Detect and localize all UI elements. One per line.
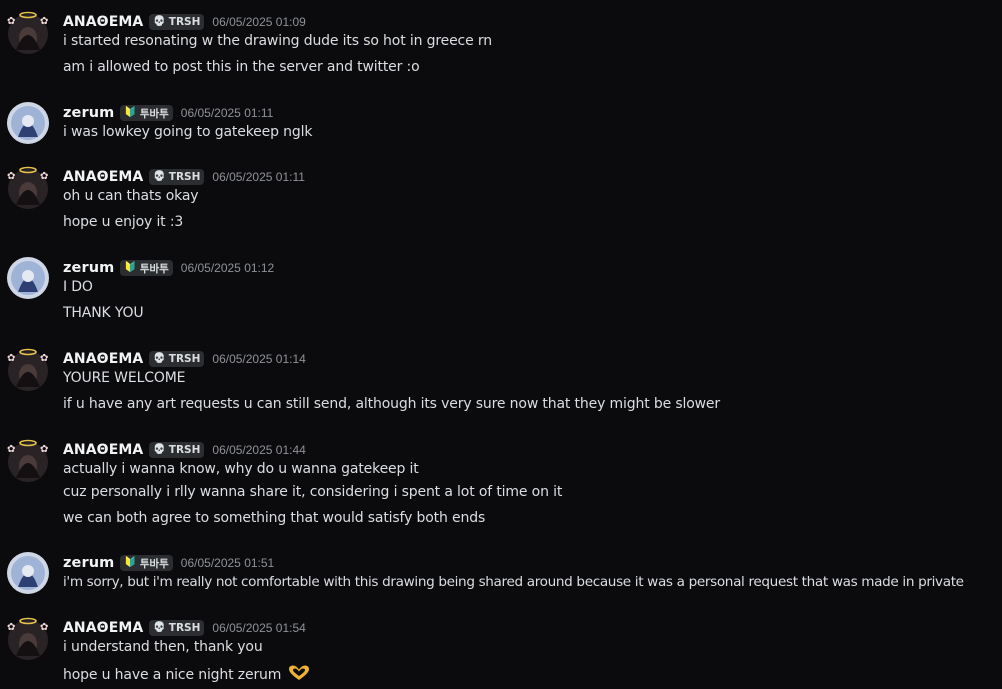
message-line: i understand then, thank you: [63, 639, 263, 655]
skull-icon: 💀: [153, 353, 166, 364]
svg-text:✿: ✿: [7, 444, 15, 455]
tag-label: 투바투: [139, 107, 169, 120]
badge-icon: 🔰: [124, 262, 137, 273]
message-line: hope u enjoy it :3: [63, 214, 184, 230]
message-header: zerum 🔰 투바투 06/05/2025 01:11: [63, 103, 273, 123]
tag-label: TRSH: [168, 622, 201, 634]
tag-label: TRSH: [168, 16, 201, 28]
message-header: zerum 🔰 투바투 06/05/2025 01:12: [63, 258, 274, 278]
message-header: ΑΝΑΘΕΜΑ 💀 TRSH 06/05/2025 01:11: [63, 167, 305, 187]
badge-icon: 🔰: [124, 107, 137, 118]
username[interactable]: ΑΝΑΘΕΜΑ: [63, 351, 143, 367]
message-line: THANK YOU: [63, 305, 144, 321]
message-text: hope u have a nice night zerum: [63, 667, 282, 683]
message-line: i started resonating w the drawing dude …: [63, 33, 492, 49]
username[interactable]: zerum: [63, 105, 114, 121]
guild-tag[interactable]: 💀 TRSH: [149, 169, 205, 185]
timestamp: 06/05/2025 01:11: [180, 106, 274, 120]
username[interactable]: zerum: [63, 555, 114, 571]
skull-icon: 💀: [153, 171, 166, 182]
message-header: ΑΝΑΘΕΜΑ 💀 TRSH 06/05/2025 01:14: [63, 349, 306, 369]
message-line: we can both agree to something that woul…: [63, 510, 486, 526]
guild-tag[interactable]: 🔰 투바투: [120, 260, 173, 276]
timestamp: 06/05/2025 01:14: [212, 352, 306, 366]
username[interactable]: zerum: [63, 260, 114, 276]
tag-label: 투바투: [139, 557, 169, 570]
svg-text:✿: ✿: [40, 171, 48, 182]
message-line: if u have any art requests u can still s…: [63, 396, 721, 412]
username[interactable]: ΑΝΑΘΕΜΑ: [63, 442, 143, 458]
avatar[interactable]: ✿ ✿: [6, 616, 48, 660]
timestamp: 06/05/2025 01:12: [180, 261, 275, 275]
tag-label: 투바투: [139, 262, 169, 275]
username[interactable]: ΑΝΑΘΕΜΑ: [63, 14, 143, 30]
avatar[interactable]: ✿ ✿: [6, 165, 48, 209]
svg-text:✿: ✿: [40, 622, 48, 633]
message-header: ΑΝΑΘΕΜΑ 💀 TRSH 06/05/2025 01:44: [63, 440, 306, 460]
timestamp: 06/05/2025 01:11: [212, 170, 305, 184]
svg-text:✿: ✿: [40, 16, 48, 27]
avatar[interactable]: [6, 256, 49, 299]
message-line: i'm sorry, but i'm really not comfortabl…: [63, 574, 964, 590]
avatar[interactable]: [6, 101, 49, 144]
skull-icon: 💀: [153, 622, 166, 633]
username[interactable]: ΑΝΑΘΕΜΑ: [63, 620, 143, 636]
username[interactable]: ΑΝΑΘΕΜΑ: [63, 169, 143, 185]
message-line: oh u can thats okay: [63, 188, 199, 204]
message-line: YOURE WELCOME: [63, 370, 186, 386]
guild-tag[interactable]: 💀 TRSH: [149, 351, 205, 367]
message-line-with-emoji: hope u have a nice night zerum: [63, 665, 310, 685]
tag-label: TRSH: [168, 353, 201, 365]
message-line: i was lowkey going to gatekeep nglk: [63, 124, 313, 140]
avatar[interactable]: ✿ ✿: [6, 10, 48, 54]
svg-text:✿: ✿: [40, 444, 48, 455]
message-header: ΑΝΑΘΕΜΑ 💀 TRSH 06/05/2025 01:09: [63, 12, 306, 32]
message-line: cuz personally i rlly wanna share it, co…: [63, 484, 563, 500]
svg-text:✿: ✿: [40, 353, 48, 364]
tag-label: TRSH: [168, 444, 201, 456]
skull-icon: 💀: [153, 444, 166, 455]
message-line: actually i wanna know, why do u wanna ga…: [63, 461, 419, 477]
message-header: ΑΝΑΘΕΜΑ 💀 TRSH 06/05/2025 01:54: [63, 618, 306, 638]
timestamp: 06/05/2025 01:44: [212, 443, 306, 457]
guild-tag[interactable]: 💀 TRSH: [149, 14, 205, 30]
avatar[interactable]: [6, 551, 49, 594]
message-line: I DO: [63, 279, 93, 295]
guild-tag[interactable]: 💀 TRSH: [149, 442, 205, 458]
tag-label: TRSH: [168, 171, 201, 183]
avatar[interactable]: ✿ ✿: [6, 347, 48, 391]
svg-text:✿: ✿: [7, 171, 15, 182]
avatar[interactable]: ✿ ✿: [6, 438, 48, 482]
timestamp: 06/05/2025 01:09: [212, 15, 306, 29]
timestamp: 06/05/2025 01:54: [212, 621, 306, 635]
guild-tag[interactable]: 🔰 투바투: [120, 105, 173, 121]
svg-text:✿: ✿: [7, 16, 15, 27]
badge-icon: 🔰: [124, 557, 137, 568]
message-header: zerum 🔰 투바투 06/05/2025 01:51: [63, 553, 274, 573]
heart-hands-icon: [288, 665, 310, 685]
message-line: am i allowed to post this in the server …: [63, 59, 420, 75]
svg-text:✿: ✿: [7, 622, 15, 633]
svg-text:✿: ✿: [7, 353, 15, 364]
skull-icon: 💀: [153, 16, 166, 27]
timestamp: 06/05/2025 01:51: [180, 556, 275, 570]
guild-tag[interactable]: 🔰 투바투: [120, 555, 173, 571]
guild-tag[interactable]: 💀 TRSH: [149, 620, 205, 636]
